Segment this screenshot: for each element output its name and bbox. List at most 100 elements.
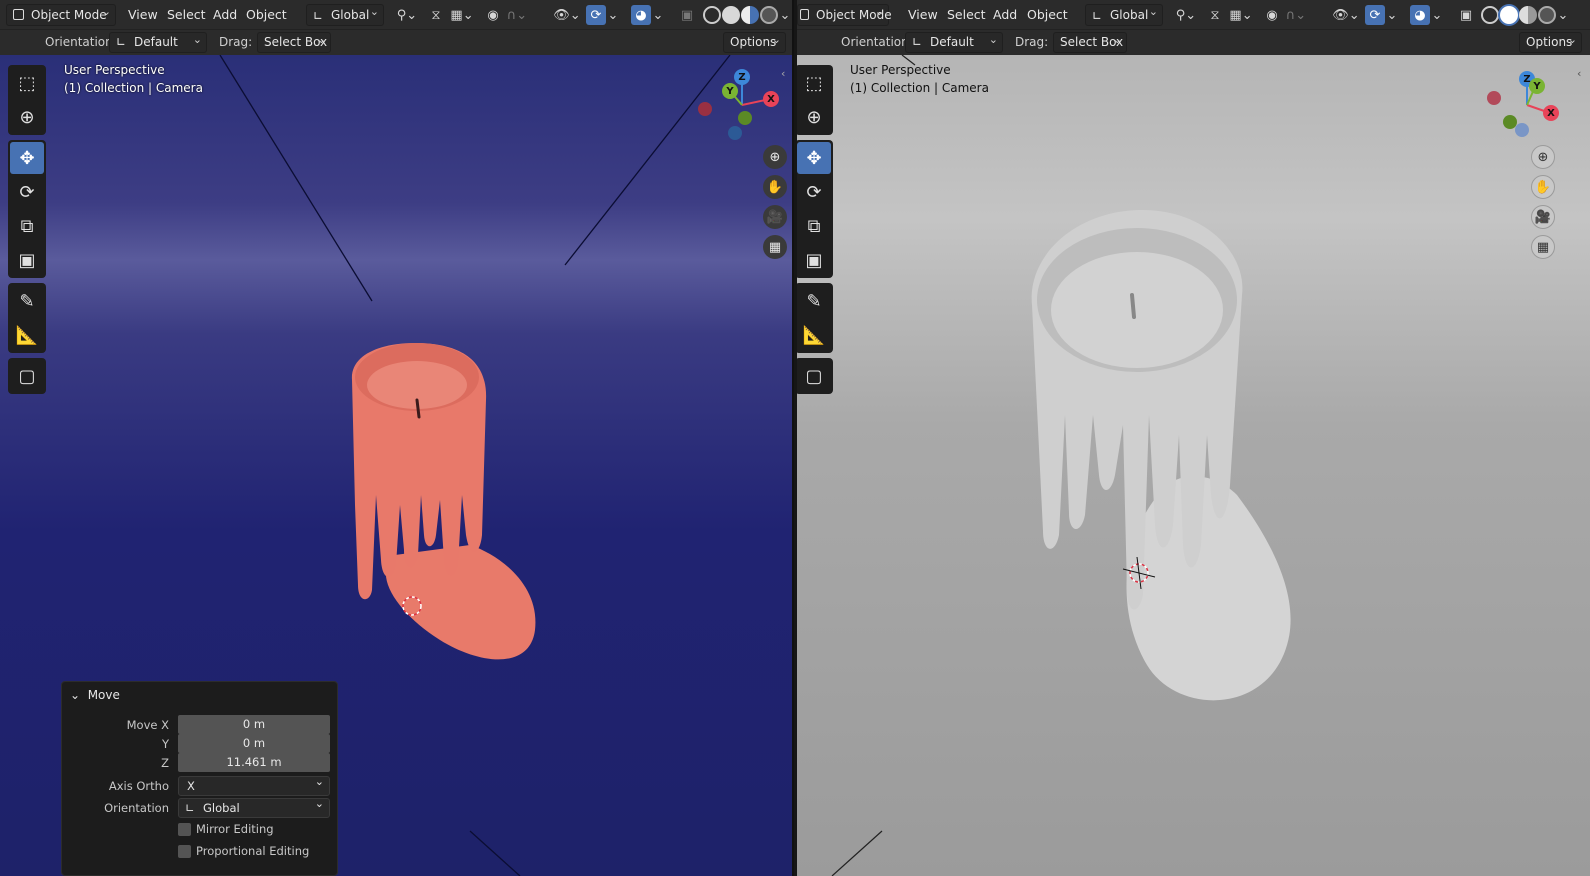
- rendered-shading-icon[interactable]: [1538, 6, 1556, 24]
- overlays-toggle-icon[interactable]: ◕: [1410, 5, 1430, 25]
- redo-panel-header[interactable]: ⌄ Move: [70, 688, 120, 702]
- gizmo-dropdown-icon[interactable]: ⌄: [607, 5, 619, 25]
- gizmo-x-axis[interactable]: X: [763, 91, 779, 107]
- camera-view-icon[interactable]: 🎥: [1531, 205, 1555, 229]
- pivot-point-icon[interactable]: ⚲⌄: [393, 5, 421, 25]
- snap-target-icon[interactable]: ▦⌄: [1227, 5, 1255, 25]
- collapse-sidebar-icon[interactable]: ‹: [781, 67, 785, 80]
- solid-shading-icon[interactable]: [722, 6, 740, 24]
- falloff-icon[interactable]: ∩⌄: [1284, 5, 1308, 25]
- drag-dropdown[interactable]: Select Box: [1053, 30, 1127, 53]
- add-cube-tool[interactable]: ▢: [797, 360, 831, 392]
- rotate-tool[interactable]: ⟳: [797, 176, 831, 208]
- collapse-sidebar-icon[interactable]: ‹: [1577, 67, 1581, 80]
- transform-tool[interactable]: ▣: [797, 244, 831, 276]
- shading-dropdown-icon[interactable]: ⌄: [1557, 5, 1569, 25]
- pan-hand-icon[interactable]: ✋: [763, 175, 787, 199]
- gizmo-dropdown-icon[interactable]: ⌄: [1386, 5, 1398, 25]
- viewport-3d-right[interactable]: User Perspective (1) Collection | Camera…: [797, 55, 1590, 876]
- mirror-editing-checkbox[interactable]: [178, 823, 191, 836]
- move-z-field[interactable]: 11.461 m: [178, 753, 330, 772]
- transform-orientation-dropdown[interactable]: ∟ Global: [306, 2, 384, 26]
- gizmo-neg-x[interactable]: [1487, 91, 1501, 105]
- gizmo-neg-z[interactable]: [728, 126, 742, 140]
- menu-view[interactable]: View: [128, 7, 158, 22]
- mode-dropdown[interactable]: Object Mode: [6, 2, 116, 26]
- move-x-field[interactable]: 0 m: [178, 715, 330, 734]
- cursor-tool[interactable]: ⊕: [10, 101, 44, 133]
- overlays-dropdown-icon[interactable]: ⌄: [652, 5, 664, 25]
- menu-select[interactable]: Select: [947, 7, 986, 22]
- snap-target-icon[interactable]: ▦⌄: [448, 5, 476, 25]
- overlays-toggle-icon[interactable]: ◕: [631, 5, 651, 25]
- drag-dropdown[interactable]: Select Box: [257, 30, 331, 53]
- pivot-point-icon[interactable]: ⚲⌄: [1172, 5, 1200, 25]
- rotate-tool[interactable]: ⟳: [10, 176, 44, 208]
- snap-icon[interactable]: ⧖: [1205, 5, 1225, 25]
- material-shading-icon[interactable]: [1519, 6, 1537, 24]
- menu-object[interactable]: Object: [1027, 7, 1068, 22]
- scale-tool[interactable]: ⧉: [10, 210, 44, 242]
- falloff-icon[interactable]: ∩⌄: [505, 5, 529, 25]
- options-dropdown[interactable]: Options: [1519, 30, 1582, 53]
- overlays-dropdown-icon[interactable]: ⌄: [1431, 5, 1443, 25]
- menu-view[interactable]: View: [908, 7, 938, 22]
- perspective-grid-icon[interactable]: ▦: [1531, 235, 1555, 259]
- navigation-gizmo[interactable]: Z X Y: [698, 63, 790, 153]
- proportional-edit-icon[interactable]: ◉: [484, 5, 502, 25]
- pan-hand-icon[interactable]: ✋: [1531, 175, 1555, 199]
- solid-shading-icon[interactable]: [1500, 6, 1518, 24]
- gizmo-neg-x[interactable]: [698, 102, 712, 116]
- select-box-tool[interactable]: ⬚: [10, 67, 44, 99]
- orientation-dropdown[interactable]: ∟ Global: [178, 795, 330, 818]
- move-y-field[interactable]: 0 m: [178, 734, 330, 753]
- gizmo-x-axis[interactable]: X: [1543, 105, 1559, 121]
- scale-tool[interactable]: ⧉: [797, 210, 831, 242]
- rendered-shading-icon[interactable]: [760, 6, 778, 24]
- mode-dropdown[interactable]: Object Mode: [797, 2, 892, 26]
- annotate-tool[interactable]: ✎: [797, 285, 831, 317]
- gizmo-y-axis[interactable]: Y: [1529, 78, 1545, 94]
- viewport-3d-left[interactable]: User Perspective (1) Collection | Camera…: [0, 55, 792, 876]
- orientation-dropdown[interactable]: ∟ Default: [109, 30, 207, 53]
- add-cube-tool[interactable]: ▢: [10, 360, 44, 392]
- material-shading-icon[interactable]: [741, 6, 759, 24]
- zoom-icon[interactable]: ⊕: [1531, 145, 1555, 169]
- visibility-icon[interactable]: 👁⌄: [1331, 5, 1361, 25]
- menu-object[interactable]: Object: [246, 7, 287, 22]
- options-dropdown[interactable]: Options: [723, 30, 786, 53]
- gizmo-toggle-icon[interactable]: ⟳: [1365, 5, 1385, 25]
- menu-add[interactable]: Add: [993, 7, 1017, 22]
- gizmo-y-axis[interactable]: Y: [722, 83, 738, 99]
- wireframe-shading-icon[interactable]: [1481, 6, 1499, 24]
- xray-icon[interactable]: ▣: [1457, 5, 1475, 25]
- annotate-tool[interactable]: ✎: [10, 285, 44, 317]
- transform-tool[interactable]: ▣: [10, 244, 44, 276]
- menu-select[interactable]: Select: [167, 7, 206, 22]
- gizmo-z-axis[interactable]: Z: [734, 69, 750, 85]
- measure-tool[interactable]: 📐: [10, 319, 44, 351]
- gizmo-neg-z[interactable]: [1515, 123, 1529, 137]
- orientation-dropdown[interactable]: ∟ Default: [905, 30, 1003, 53]
- camera-view-icon[interactable]: 🎥: [763, 205, 787, 229]
- move-tool[interactable]: ✥: [10, 142, 44, 174]
- snap-icon[interactable]: ⧖: [426, 5, 446, 25]
- measure-tool[interactable]: 📐: [797, 319, 831, 351]
- candle-model-right[interactable]: [1031, 210, 1291, 701]
- shading-dropdown-icon[interactable]: ⌄: [779, 5, 791, 25]
- cursor-tool[interactable]: ⊕: [797, 101, 831, 133]
- wireframe-shading-icon[interactable]: [703, 6, 721, 24]
- candle-model-left[interactable]: [351, 343, 536, 660]
- visibility-icon[interactable]: 👁⌄: [552, 5, 582, 25]
- move-tool[interactable]: ✥: [797, 142, 831, 174]
- xray-icon[interactable]: ▣: [678, 5, 696, 25]
- zoom-icon[interactable]: ⊕: [763, 145, 787, 169]
- menu-add[interactable]: Add: [213, 7, 237, 22]
- navigation-gizmo[interactable]: Z X Y: [1485, 63, 1575, 153]
- gizmo-neg-y[interactable]: [738, 111, 752, 125]
- transform-orientation-dropdown[interactable]: ∟ Global: [1085, 2, 1163, 26]
- proportional-editing-checkbox[interactable]: [178, 845, 191, 858]
- axis-ortho-dropdown[interactable]: X: [178, 773, 330, 796]
- select-box-tool[interactable]: ⬚: [797, 67, 831, 99]
- proportional-edit-icon[interactable]: ◉: [1263, 5, 1281, 25]
